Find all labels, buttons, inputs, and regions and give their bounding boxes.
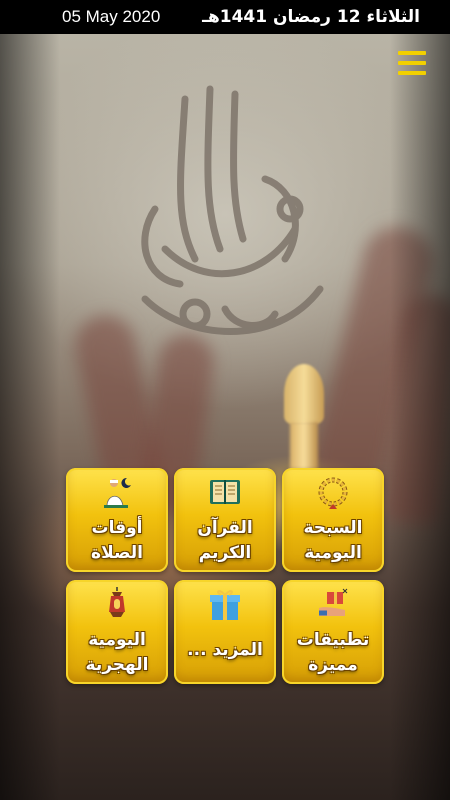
tile-label: اليومية الهجرية xyxy=(85,630,149,675)
hamburger-menu-icon[interactable] xyxy=(398,51,426,77)
calligraphy-image xyxy=(141,85,324,335)
gregorian-date: 05 May 2020 xyxy=(62,7,161,26)
tile-tasbeeh[interactable]: السبحة اليومية xyxy=(282,468,384,572)
tile-label: المزيد ... xyxy=(187,640,263,660)
tile-label: أوقات الصلاة xyxy=(91,518,143,563)
tile-label: القرآن الكريم xyxy=(197,518,253,563)
tile-prayer-times[interactable]: أوقات الصلاة xyxy=(66,468,168,572)
tile-label: تطبيقات مميزة xyxy=(296,630,370,675)
tile-hijri-calendar[interactable]: اليومية الهجرية xyxy=(66,580,168,684)
status-bar: 05 May 2020 الثلاثاء 12 رمضان 1441هـ xyxy=(0,0,450,34)
gift-hand-icon xyxy=(319,588,348,616)
feature-grid: السبحة اليومية القرآن الكريم أوقات الصلاة xyxy=(66,468,384,688)
tile-featured-apps[interactable]: تطبيقات مميزة xyxy=(282,580,384,684)
praying-man-icon xyxy=(104,477,131,508)
tile-quran[interactable]: القرآن الكريم xyxy=(174,468,276,572)
tile-label: السبحة اليومية xyxy=(303,518,363,563)
prayer-beads-icon xyxy=(318,477,348,509)
gift-box-icon xyxy=(210,590,240,620)
lantern-icon xyxy=(109,587,125,617)
quran-book-icon xyxy=(210,480,240,504)
hijri-date: الثلاثاء 12 رمضان 1441هـ xyxy=(202,7,420,27)
tile-more[interactable]: المزيد ... xyxy=(174,580,276,684)
